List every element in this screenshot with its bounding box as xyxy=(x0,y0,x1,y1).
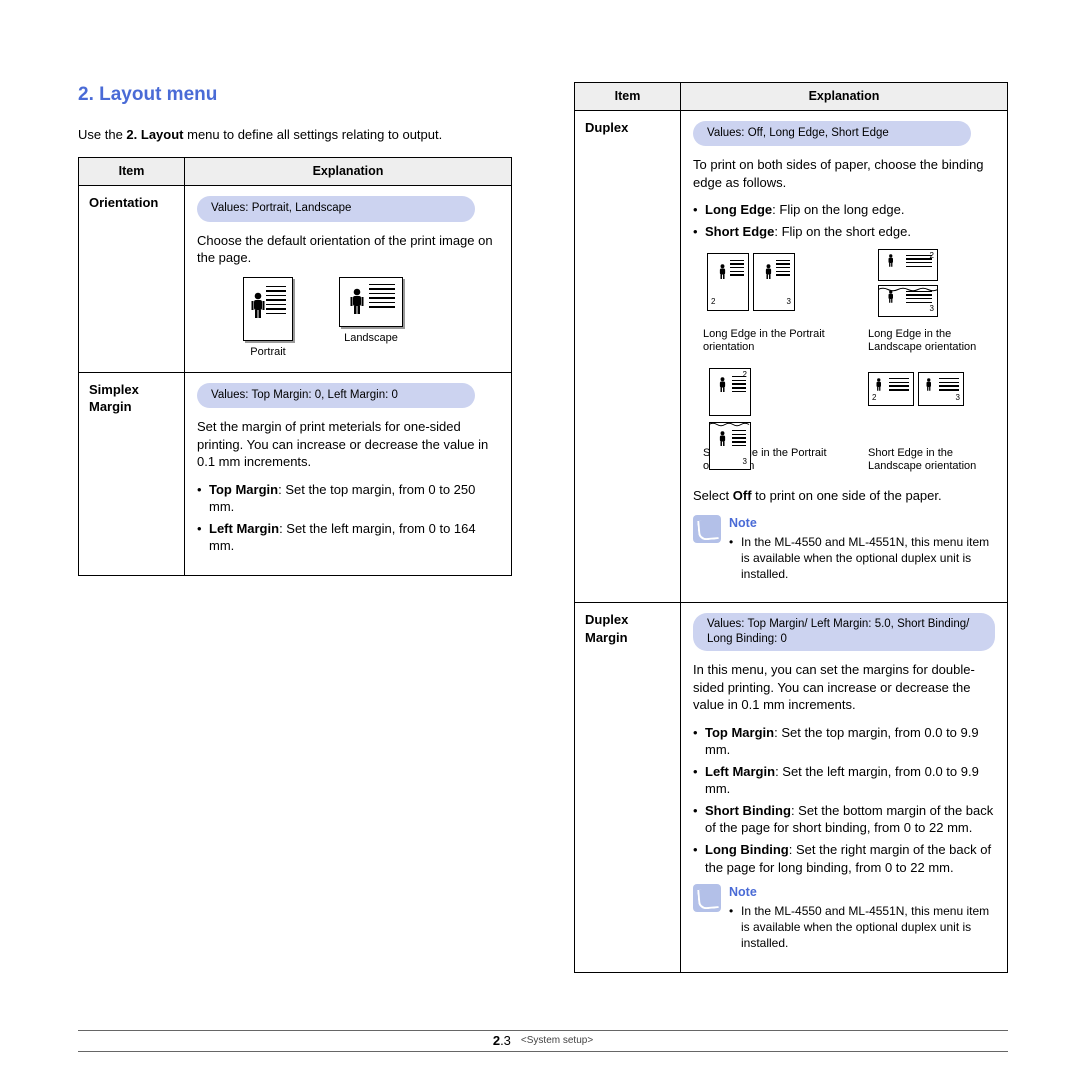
row-duplex: Duplex Values: Off, Long Edge, Short Edg… xyxy=(575,110,1008,602)
note-text-2: In the ML-4550 and ML-4551N, this menu i… xyxy=(729,903,995,952)
note-icon xyxy=(693,884,721,912)
fig-long-landscape: 2 3 Long Edge in the Landsca xyxy=(868,249,993,354)
note-title: Note xyxy=(729,515,995,532)
intro-post: menu to define all settings relating to … xyxy=(184,127,443,142)
bullet-dm-left: Left Margin: Set the left margin, from 0… xyxy=(693,763,995,798)
note-duplex: Note In the ML-4550 and ML-4551N, this m… xyxy=(693,515,995,590)
person-icon xyxy=(764,264,773,284)
values-duplex: Values: Off, Long Edge, Short Edge xyxy=(693,121,971,147)
values-duplex-margin: Values: Top Margin/ Left Margin: 5.0, Sh… xyxy=(693,613,995,651)
row-orientation: Orientation Values: Portrait, Landscape … xyxy=(79,186,512,372)
person-icon xyxy=(925,378,933,395)
lbl-landscape: Landscape xyxy=(339,331,403,346)
person-icon xyxy=(887,290,895,307)
item-simplex: Simplex Margin xyxy=(79,372,185,575)
row-simplex-margin: Simplex Margin Values: Top Margin: 0, Le… xyxy=(79,372,512,575)
person-icon xyxy=(350,288,364,316)
desc-duplex-margin: In this menu, you can set the margins fo… xyxy=(693,661,995,714)
intro-bold: 2. Layout xyxy=(126,127,183,142)
th-explanation: Explanation xyxy=(185,158,512,186)
person-icon xyxy=(887,254,895,271)
person-icon xyxy=(875,378,883,395)
th-explanation-r: Explanation xyxy=(681,83,1008,111)
expl-simplex: Values: Top Margin: 0, Left Margin: 0 Se… xyxy=(185,372,512,575)
desc-duplex: To print on both sides of paper, choose … xyxy=(693,156,995,191)
bullet-left-margin: Left Margin: Set the left margin, from 0… xyxy=(197,520,499,555)
bullet-long-edge: Long Edge: Flip on the long edge. xyxy=(693,201,995,219)
lbl-portrait: Portrait xyxy=(243,345,293,360)
values-simplex: Values: Top Margin: 0, Left Margin: 0 xyxy=(197,383,475,409)
left-column: 2. Layout menu Use the 2. Layout menu to… xyxy=(78,82,512,973)
bullet-top-margin: Top Margin: Set the top margin, from 0 t… xyxy=(197,481,499,516)
item-duplex: Duplex xyxy=(575,110,681,602)
section-heading: 2. Layout menu xyxy=(78,82,512,108)
fig-short-portrait: 2 3 Short Edge in the Portra xyxy=(703,368,828,473)
page-number: 2.3 xyxy=(493,1032,511,1050)
fig-long-portrait: 2 3 Long Edge in the Portrait orientatio… xyxy=(703,249,828,354)
values-orientation: Values: Portrait, Landscape xyxy=(197,196,475,222)
bullet-dm-long: Long Binding: Set the right margin of th… xyxy=(693,841,995,876)
bullet-dm-top: Top Margin: Set the top margin, from 0.0… xyxy=(693,724,995,759)
fig-landscape: Landscape xyxy=(339,277,403,360)
expl-duplex: Values: Off, Long Edge, Short Edge To pr… xyxy=(681,110,1008,602)
section-name: <System setup> xyxy=(521,1034,593,1048)
right-table: Item Explanation Duplex Values: Off, Lon… xyxy=(574,82,1008,973)
expl-orientation: Values: Portrait, Landscape Choose the d… xyxy=(185,186,512,372)
person-icon xyxy=(718,377,727,397)
intro-text: Use the 2. Layout menu to define all set… xyxy=(78,126,512,144)
note-title-2: Note xyxy=(729,884,995,901)
th-item: Item xyxy=(79,158,185,186)
item-duplex-margin: Duplex Margin xyxy=(575,603,681,972)
page: 2. Layout menu Use the 2. Layout menu to… xyxy=(0,0,1080,973)
page-footer: 2.3 <System setup> xyxy=(78,1030,1008,1052)
bullet-short-edge: Short Edge: Flip on the short edge. xyxy=(693,223,995,241)
expl-duplex-margin: Values: Top Margin/ Left Margin: 5.0, Sh… xyxy=(681,603,1008,972)
note-duplex-margin: Note In the ML-4550 and ML-4551N, this m… xyxy=(693,884,995,959)
desc-orientation: Choose the default orientation of the pr… xyxy=(197,232,499,267)
fig-portrait: Portrait xyxy=(243,277,293,360)
person-icon xyxy=(718,264,727,284)
desc-simplex: Set the margin of print meterials for on… xyxy=(197,418,499,471)
person-icon xyxy=(718,431,727,451)
fig-short-landscape: 2 3 Short Edge in the Landscape orientat… xyxy=(868,368,993,473)
row-duplex-margin: Duplex Margin Values: Top Margin/ Left M… xyxy=(575,603,1008,972)
note-icon xyxy=(693,515,721,543)
bullet-dm-short: Short Binding: Set the bottom margin of … xyxy=(693,802,995,837)
intro-pre: Use the xyxy=(78,127,126,142)
note-text: In the ML-4550 and ML-4551N, this menu i… xyxy=(729,534,995,583)
th-item-r: Item xyxy=(575,83,681,111)
item-orientation: Orientation xyxy=(79,186,185,372)
right-column: Item Explanation Duplex Values: Off, Lon… xyxy=(574,82,1008,973)
left-table: Item Explanation Orientation Values: Por… xyxy=(78,157,512,576)
select-off-text: Select Off to print on one side of the p… xyxy=(693,487,995,505)
person-icon xyxy=(251,292,265,320)
